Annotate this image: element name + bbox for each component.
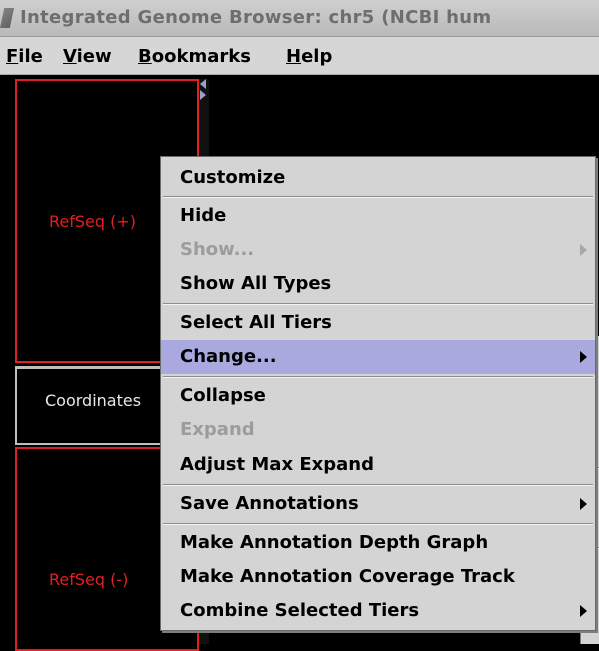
- tier-label-refseq-minus: RefSeq (-): [49, 570, 129, 589]
- menu-view-label: iew: [76, 46, 112, 67]
- tier-context-menu: Customize Hide Show... Show All Types Se…: [160, 156, 596, 631]
- menu-help-label: elp: [301, 46, 333, 67]
- menu-separator: [163, 523, 593, 525]
- menu-item-hide[interactable]: Hide: [161, 199, 595, 233]
- window-title: Integrated Genome Browser: chr5 (NCBI hu…: [20, 7, 492, 28]
- submenu-arrow-icon: [580, 605, 587, 617]
- menu-bookmarks-mnemonic: B: [138, 46, 152, 67]
- menu-view[interactable]: View: [63, 46, 112, 67]
- menu-file-mnemonic: F: [6, 46, 19, 67]
- tier-label-coordinates: Coordinates: [45, 391, 142, 410]
- title-bar: Integrated Genome Browser: chr5 (NCBI hu…: [0, 0, 599, 37]
- menu-item-expand: Expand: [161, 413, 595, 447]
- menu-view-mnemonic: V: [63, 46, 77, 67]
- submenu-arrow-icon: [580, 244, 587, 256]
- menu-item-change[interactable]: Change...: [161, 340, 595, 374]
- submenu-arrow-icon: [580, 498, 587, 510]
- menu-item-adjust-max-expand[interactable]: Adjust Max Expand: [161, 448, 595, 482]
- menu-item-label: Save Annotations: [180, 493, 359, 514]
- menu-file[interactable]: File: [6, 46, 43, 67]
- menu-bookmarks[interactable]: Bookmarks: [138, 46, 251, 67]
- menu-bookmarks-label: ookmarks: [151, 46, 251, 67]
- menu-item-customize[interactable]: Customize: [161, 161, 595, 195]
- menu-item-label: Select All Tiers: [180, 312, 332, 333]
- menu-separator: [163, 484, 593, 486]
- menu-item-show: Show...: [161, 233, 595, 267]
- tier-label-refseq-plus: RefSeq (+): [49, 212, 137, 231]
- menu-separator: [163, 196, 593, 198]
- menu-item-make-depth-graph[interactable]: Make Annotation Depth Graph: [161, 526, 595, 560]
- menu-item-label: Adjust Max Expand: [180, 454, 374, 475]
- menu-help[interactable]: Help: [286, 46, 332, 67]
- menu-item-label: Expand: [180, 419, 255, 440]
- menu-separator: [163, 303, 593, 305]
- menu-bar: File View Bookmarks Help: [0, 37, 599, 75]
- menu-item-label: Hide: [180, 205, 227, 226]
- menu-item-show-all-types[interactable]: Show All Types: [161, 267, 595, 301]
- menu-help-mnemonic: H: [286, 46, 302, 67]
- menu-item-label: Make Annotation Coverage Track: [180, 566, 515, 587]
- menu-item-select-all-tiers[interactable]: Select All Tiers: [161, 306, 595, 340]
- menu-item-label: Show...: [180, 239, 255, 260]
- menu-item-save-annotations[interactable]: Save Annotations: [161, 487, 595, 521]
- menu-item-label: Customize: [180, 167, 286, 188]
- splitter-collapse-left-icon[interactable]: [200, 79, 206, 89]
- menu-item-label: Collapse: [180, 385, 266, 406]
- menu-file-label: ile: [18, 46, 43, 67]
- splitter-expand-right-icon[interactable]: [200, 90, 206, 100]
- menu-item-label: Make Annotation Depth Graph: [180, 532, 489, 553]
- menu-item-label: Change...: [180, 346, 277, 367]
- menu-item-label: Show All Types: [180, 273, 332, 294]
- menu-item-combine-selected-tiers[interactable]: Combine Selected Tiers: [161, 594, 595, 628]
- menu-item-label: Combine Selected Tiers: [180, 600, 420, 621]
- menu-separator: [163, 376, 593, 378]
- app-icon: [0, 8, 14, 28]
- menu-item-collapse[interactable]: Collapse: [161, 379, 595, 413]
- menu-item-make-coverage-track[interactable]: Make Annotation Coverage Track: [161, 560, 595, 594]
- submenu-arrow-icon: [580, 351, 587, 363]
